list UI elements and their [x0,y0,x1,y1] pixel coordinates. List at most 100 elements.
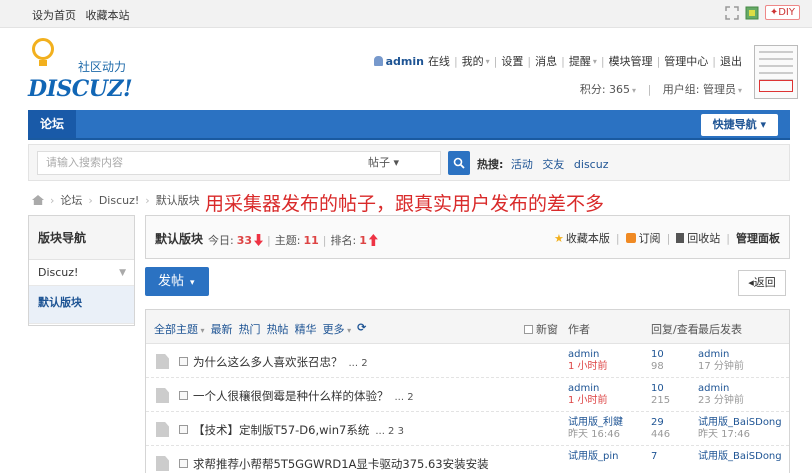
recycle-button[interactable]: 回收站 [687,230,720,246]
rss-icon [625,233,636,243]
filter-hot-posts[interactable]: 热帖 [267,321,289,337]
hot-term[interactable]: discuz [574,158,609,171]
search-button[interactable] [448,151,470,175]
nav-notify[interactable]: 提醒 [569,53,591,69]
rank-label: 排名: [330,234,357,247]
nav-admin-center[interactable]: 管理中心 [664,53,708,69]
hot-search-label: 热搜: [477,158,504,171]
thread-pages[interactable]: ... 2 [349,358,368,369]
hot-search: 热搜: 活动 交友 discuz [477,156,614,172]
thread-icon [156,456,169,471]
thread-checkbox[interactable] [179,357,188,366]
thread-title[interactable]: 为什么这么多人喜欢张召忠？ [193,355,343,369]
points[interactable]: 积分: 365 [580,83,630,96]
thread-title[interactable]: 【技术】定制版T57-D6,win7系统 [193,423,369,437]
thread-title[interactable]: 一个人很穰很倒霉是种什么样的体验？ [193,389,389,403]
thread-time: 1 小时前 [568,361,608,372]
filter-more[interactable]: 更多 ▾ [323,321,352,337]
forum-title: 默认版块 [155,232,204,246]
filter-all[interactable]: 全部主题 ▾ [154,321,205,337]
thread-pages[interactable]: ... 2 3 [375,426,404,437]
hot-term[interactable]: 活动 [511,158,533,171]
post-button[interactable]: 发帖 ▾ [145,267,209,296]
nav-module-manage[interactable]: 模块管理 [609,53,653,69]
forum-stats: 今日: 33 | 主题: 11 | 排名: 1 [208,232,378,248]
thread-checkbox[interactable] [179,459,188,468]
forum-actions: ★ 收藏本版 | 订阅 | 回收站 | 管理面板 [553,230,780,246]
thread-subject[interactable]: 【技术】定制版T57-D6,win7系统 ... 2 3 [193,422,404,438]
last-post-user[interactable]: 试用版_BaiSDong [698,417,782,429]
thread-checkbox[interactable] [179,391,188,400]
filter-hot[interactable]: 热门 [239,321,261,337]
today-count: 33 [236,233,253,247]
avatar[interactable] [754,45,798,99]
filter-digest[interactable]: 精华 [295,321,317,337]
online-status[interactable]: 在线 [428,53,450,69]
search-input[interactable]: 请输入搜索内容 帖子 ▾ [37,151,441,175]
refresh-icon[interactable]: ⟳ [357,321,366,337]
username-link[interactable]: admin [386,55,424,68]
last-post-user[interactable]: admin [698,383,744,395]
back-button[interactable]: ◂返回 [738,270,786,296]
thread-title[interactable]: 求帮推荐小帮帮5T5GGWRD1A显卡驱动375.63安装安装 [193,457,489,471]
thread-subject[interactable]: 为什么这么多人喜欢张召忠？ ... 2 [193,354,368,370]
breadcrumb-item[interactable]: 论坛 [60,192,82,208]
thread-views: 215 [651,395,671,406]
filter-latest[interactable]: 最新 [211,321,233,337]
nav-forum-tab[interactable]: 论坛 [28,110,77,138]
last-post-time[interactable]: 17 分钟前 [698,361,744,373]
search-icon [453,157,465,169]
column-replies-views[interactable]: 回复/查看 [651,321,699,337]
breadcrumb: › 论坛 › Discuz! › 默认版块 [32,192,200,208]
bookmark-link[interactable]: 收藏本站 [86,9,130,22]
breadcrumb-item[interactable]: 默认版块 [156,192,200,208]
thread-author[interactable]: admin [568,349,608,361]
sidebar: 版块导航 Discuz! ▼ 默认版块 [28,215,135,326]
style-icon[interactable] [745,6,759,20]
user-icon [373,56,383,66]
nav-messages[interactable]: 消息 [535,53,557,69]
new-window-toggle[interactable]: 新窗 [524,321,558,337]
sidebar-item-default[interactable]: 默认版块 [29,286,134,324]
thread-checkbox[interactable] [179,425,188,434]
topics-count: 11 [303,233,319,247]
search-type-select[interactable]: 帖子 ▾ [368,152,399,174]
thread-views: 446 [651,429,671,440]
favorite-button[interactable]: 收藏本版 [566,230,610,246]
last-post-user[interactable]: admin [698,349,744,361]
last-post-time[interactable]: 23 分钟前 [698,395,744,407]
forum-header: 默认版块 今日: 33 | 主题: 11 | 排名: 1 ★ 收藏本版 | 订阅… [145,215,790,259]
sidebar-item-discuz[interactable]: Discuz! ▼ [29,260,134,286]
thread-author[interactable]: 试用版_pin [568,451,618,463]
breadcrumb-item[interactable]: Discuz! [99,194,139,207]
column-last-post[interactable]: 最后发表 [698,321,742,337]
nav-logout[interactable]: 退出 [720,53,742,69]
arrow-up-icon [368,234,378,246]
home-icon[interactable] [32,195,44,205]
thread-replies: 10 [651,383,664,394]
manage-panel-button[interactable]: 管理面板 [736,230,780,246]
thread-subject[interactable]: 一个人很穰很倒霉是种什么样的体验？ ... 2 [193,388,414,404]
thread-author[interactable]: 试用版_利鍵 [568,417,623,429]
nav-settings[interactable]: 设置 [501,53,523,69]
rank-value: 1 [359,233,367,247]
chevron-down-icon: ▾ [190,278,195,288]
new-window-checkbox[interactable] [524,324,533,334]
last-post-time[interactable]: 昨天 17:46 [698,429,782,441]
thread-replies: 10 [651,349,664,360]
fullscreen-icon[interactable] [725,5,739,20]
thread-pages[interactable]: ... 2 [395,392,414,403]
last-post-user[interactable]: 试用版_BaiSDong [698,451,782,463]
quick-nav-button[interactable]: 快捷导航 ▾ [700,114,778,136]
thread-subject[interactable]: 求帮推荐小帮帮5T5GGWRD1A显卡驱动375.63安装安装 [193,456,495,472]
subscribe-button[interactable]: 订阅 [639,230,661,246]
set-home-link[interactable]: 设为首页 [32,9,76,22]
site-logo[interactable]: 社区动力 DISCUZ! [28,38,148,102]
user-group[interactable]: 用户组: 管理员 [663,83,736,96]
table-row: 【技术】定制版T57-D6,win7系统 ... 2 3 试用版_利鍵 昨天 16:… [146,412,789,446]
nav-my[interactable]: 我的 [462,53,484,69]
hot-term[interactable]: 交友 [542,158,564,171]
thread-author[interactable]: admin [568,383,608,395]
thread-time: 1 小时前 [568,395,608,406]
diy-button[interactable]: ✦DIY [764,5,800,20]
